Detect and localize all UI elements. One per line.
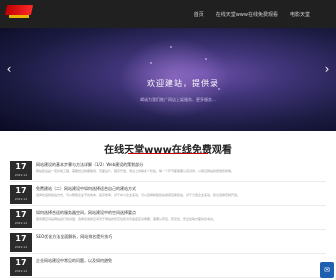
news-summary: 选择合适的建站方式，可以帮助企业节省成本，提高效率，对于中小企业来说，可以选择模… bbox=[36, 193, 241, 197]
date-badge: 17 2022-12 bbox=[10, 185, 32, 204]
date-badge: 17 2022-12 bbox=[10, 209, 32, 228]
site-header: 首页 在线天堂www在线免费观看 电影天堂 bbox=[0, 0, 336, 28]
chat-icon: ✉ bbox=[324, 266, 330, 274]
hero-title: 欢迎建站，提供录 bbox=[147, 79, 219, 88]
news-title[interactable]: 如何选择合适的服务器空间，网站建设中的空间选择要点 bbox=[36, 210, 136, 216]
news-title[interactable]: 免费建站（二）网站建设中如何选择适合自己的建站方式 bbox=[36, 186, 136, 192]
news-item[interactable]: 17 2022-12 网站建设的基本步骤与方法详解（1/2）Web建设的策划部分… bbox=[10, 160, 326, 182]
date-year-month: 2022-12 bbox=[14, 245, 28, 249]
nav-item-home[interactable]: 首页 bbox=[194, 11, 204, 18]
nav-item-watch-online[interactable]: 在线天堂www在线免费观看 bbox=[216, 11, 278, 18]
date-year-month: 2022-12 bbox=[14, 269, 28, 273]
date-day: 17 bbox=[15, 258, 27, 267]
logo-mark bbox=[4, 5, 34, 15]
news-summary bbox=[36, 265, 320, 273]
chevron-left-icon[interactable]: ‹ bbox=[2, 62, 16, 76]
date-badge: 17 2022-12 bbox=[10, 233, 32, 252]
news-item[interactable]: 17 2022-12 企业网站建设中常见的问题，以及如何避免 bbox=[10, 256, 326, 278]
date-badge: 17 2022-12 bbox=[10, 257, 32, 276]
hero-sparkle bbox=[150, 62, 152, 64]
news-list: 17 2022-12 网站建设的基本步骤与方法详解（1/2）Web建设的策划部分… bbox=[10, 160, 326, 280]
news-title[interactable]: SEO优化方法全面解析，网站排名提升技巧 bbox=[36, 234, 112, 240]
news-title[interactable]: 网站建设的基本步骤与方法详解（1/2）Web建设的策划部分 bbox=[36, 162, 143, 168]
news-summary bbox=[36, 241, 320, 249]
hero-sparkle bbox=[170, 46, 172, 48]
floating-chat-button[interactable]: ✉ bbox=[320, 262, 334, 278]
news-item[interactable]: 17 2022-12 免费建站（二）网站建设中如何选择适合自己的建站方式 选择合… bbox=[10, 184, 326, 206]
date-year-month: 2022-12 bbox=[14, 197, 28, 201]
section-title-underline bbox=[128, 153, 208, 154]
date-year-month: 2022-12 bbox=[14, 221, 28, 225]
date-day: 17 bbox=[15, 210, 27, 219]
date-day: 17 bbox=[15, 162, 27, 171]
hero-sparkle bbox=[205, 58, 207, 60]
date-day: 17 bbox=[15, 186, 27, 195]
chevron-right-icon[interactable]: › bbox=[320, 62, 334, 76]
logo-underline bbox=[9, 15, 29, 18]
news-summary: 服务器空间是网站运行的基础，选择合适的空间对于网站的稳定性和访问速度至关重要，需… bbox=[36, 217, 217, 221]
site-logo[interactable] bbox=[4, 5, 34, 19]
main-nav: 首页 在线天堂www在线免费观看 电影天堂 bbox=[194, 0, 310, 28]
date-badge: 17 2022-12 bbox=[10, 161, 32, 180]
news-title[interactable]: 企业网站建设中常见的问题，以及如何避免 bbox=[36, 258, 112, 264]
news-item[interactable]: 17 2022-12 如何选择合适的服务器空间，网站建设中的空间选择要点 服务器… bbox=[10, 208, 326, 230]
nav-item-movies[interactable]: 电影天堂 bbox=[290, 11, 310, 18]
date-year-month: 2022-12 bbox=[14, 173, 28, 177]
hero-banner: ‹ › 欢迎建站，提供录 竭诚为我们推广网店上架服务，更多服务… bbox=[0, 28, 336, 131]
date-day: 17 bbox=[15, 234, 27, 243]
news-item[interactable]: 17 2022-12 SEO优化方法全面解析，网站排名提升技巧 bbox=[10, 232, 326, 254]
news-summary: 网站建设是一项系统工程，需要经过前期策划、页面设计、程序开发、测试上线等多个阶段… bbox=[36, 169, 235, 173]
hero-subtitle: 竭诚为我们推广网店上架服务，更多服务… bbox=[140, 97, 216, 102]
